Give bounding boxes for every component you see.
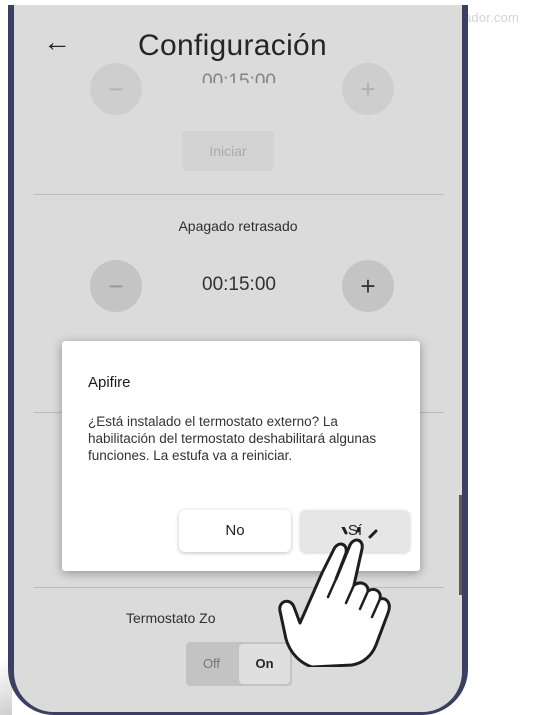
app-screen: ← Configuración − 00:15:00 + Iniciar Apa…: [14, 5, 462, 712]
tap-hand-icon: [278, 527, 391, 667]
watermark: ador.com: [464, 10, 520, 25]
dialog-message: ¿Está instalado el termostato externo? L…: [88, 414, 377, 463]
dialog-title: Apifire: [88, 374, 131, 391]
